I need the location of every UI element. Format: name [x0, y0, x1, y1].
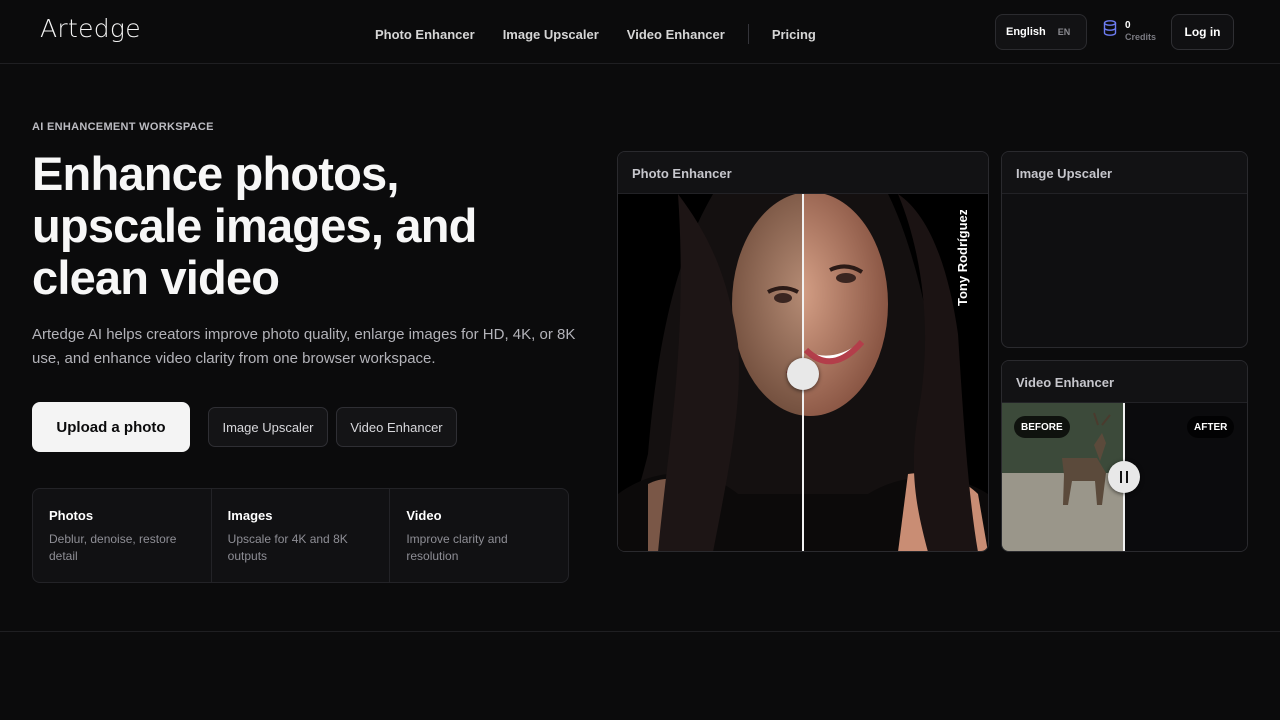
upload-photo-button[interactable]: Upload a photo	[32, 402, 190, 452]
video-enhancer-button[interactable]: Video Enhancer	[336, 407, 457, 447]
image-upscaler-card: Image Upscaler	[1001, 151, 1248, 348]
hero-description: Artedge AI helps creators improve photo …	[32, 326, 576, 367]
feature-video: Video Improve clarity and resolution	[390, 489, 568, 582]
nav-pricing[interactable]: Pricing	[772, 27, 816, 42]
nav-photo-enhancer[interactable]: Photo Enhancer	[375, 27, 475, 42]
nav-video-enhancer[interactable]: Video Enhancer	[627, 27, 725, 42]
feature-photos: Photos Deblur, denoise, restore detail	[33, 489, 212, 582]
image-upscaler-button[interactable]: Image Upscaler	[208, 407, 328, 447]
hero-title-line-2: upscale images, and	[32, 199, 477, 252]
language-code: EN	[1057, 27, 1071, 37]
credits-label: Credits	[1125, 32, 1157, 42]
feature-description: Deblur, denoise, restore detail	[49, 532, 177, 563]
eyebrow-label: AI ENHANCEMENT WORKSPACE	[32, 121, 214, 133]
pause-icon	[1120, 471, 1128, 483]
language-selector[interactable]: English EN	[995, 14, 1087, 50]
feature-description: Improve clarity and resolution	[406, 532, 508, 563]
watermark-text: Tony Rodríguez	[955, 210, 970, 306]
feature-description: Upscale for 4K and 8K outputs	[227, 532, 348, 563]
main-nav: Photo Enhancer Image Upscaler Video Enha…	[375, 24, 844, 44]
photo-enhancer-title: Photo Enhancer	[618, 152, 988, 194]
comparison-slider-handle[interactable]	[787, 358, 819, 390]
artedge-logo[interactable]: Artedge	[40, 14, 141, 43]
photo-enhancer-card: Photo Enhancer	[617, 151, 989, 552]
section-divider	[0, 631, 1280, 632]
before-badge: BEFORE	[1014, 416, 1070, 438]
feature-images: Images Upscale for 4K and 8K outputs	[212, 489, 391, 582]
hero-title-line-1: Enhance photos,	[32, 147, 399, 200]
nav-divider	[747, 24, 749, 44]
feature-title: Video	[406, 508, 442, 523]
hero-title-line-3: clean video	[32, 251, 280, 304]
credits-count: 0	[1125, 20, 1131, 31]
image-upscaler-title: Image Upscaler	[1002, 152, 1247, 194]
top-bar: Artedge Photo Enhancer Image Upscaler Vi…	[0, 0, 1280, 64]
photo-watermark: Tony Rodríguez	[955, 210, 970, 306]
language-label: English	[1006, 26, 1046, 38]
credits-display[interactable]: 0 Credits	[1103, 20, 1156, 42]
after-badge: AFTER	[1187, 416, 1235, 438]
login-button[interactable]: Log in	[1171, 14, 1234, 50]
video-slider-handle[interactable]	[1108, 461, 1140, 493]
hero-title: Enhance photos, upscale images, and clea…	[32, 148, 572, 304]
nav-image-upscaler[interactable]: Image Upscaler	[503, 27, 599, 42]
feature-title: Photos	[49, 508, 94, 523]
database-icon	[1103, 20, 1117, 36]
feature-grid: Photos Deblur, denoise, restore detail I…	[32, 488, 569, 583]
video-enhancer-title: Video Enhancer	[1002, 361, 1247, 403]
feature-title: Images	[227, 508, 273, 523]
video-enhancer-card: Video Enhancer	[1001, 360, 1248, 552]
